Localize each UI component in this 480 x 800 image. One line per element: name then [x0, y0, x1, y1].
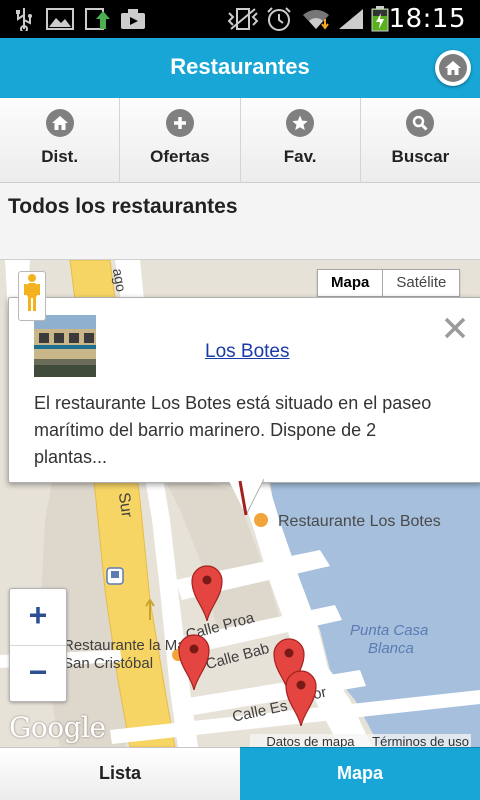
google-logo: Google: [9, 711, 106, 744]
usb-icon: [14, 7, 34, 31]
poi-label-los-botes: Restaurante Los Botes: [278, 513, 441, 530]
home-icon: [45, 109, 74, 137]
nav-bar: Dist. Ofertas Fav. Buscar: [0, 98, 480, 183]
signal-icon: [336, 7, 366, 31]
map-view[interactable]: Restaurante Los Botes Restaurante la Mar…: [0, 260, 480, 747]
nav-label-fav: Fav.: [283, 147, 317, 166]
terms-link[interactable]: Términos de uso: [372, 734, 469, 747]
battery-charging-icon: [370, 6, 390, 32]
map-attribution: Datos de mapa Términos de uso: [250, 734, 471, 747]
star-icon: [286, 109, 315, 137]
plus-icon: [165, 109, 194, 137]
map-pin-marker[interactable]: [190, 563, 224, 621]
info-window-tail: [228, 479, 264, 516]
nav-label-ofertas: Ofertas: [150, 147, 210, 166]
status-time: 18:15: [388, 4, 466, 34]
nav-item-fav[interactable]: Fav.: [241, 98, 361, 182]
search-icon: [406, 109, 435, 137]
map-pin-marker[interactable]: [177, 632, 211, 690]
vibrate-icon: [226, 7, 260, 31]
camera-icon: [119, 7, 147, 31]
section-title: Todos los restaurantes: [8, 195, 238, 218]
map-type-satellite-button[interactable]: Satélite: [383, 270, 460, 296]
close-icon[interactable]: [443, 316, 467, 340]
nav-item-ofertas[interactable]: Ofertas: [120, 98, 241, 182]
page-title: Restaurantes: [170, 54, 310, 79]
nav-item-buscar[interactable]: Buscar: [361, 98, 480, 182]
upload-icon: [83, 7, 111, 31]
nav-label-buscar: Buscar: [391, 147, 450, 166]
poi-label-san-cristobal: San Cristóbal: [63, 655, 154, 672]
app-header: Restaurantes: [0, 38, 480, 99]
tab-mapa[interactable]: Mapa: [240, 747, 480, 800]
wifi-icon: [300, 7, 332, 31]
area-label-blanca: Blanca: [368, 640, 414, 657]
home-icon: [439, 54, 467, 82]
zoom-control: + −: [9, 588, 67, 702]
alarm-icon: [265, 7, 293, 31]
section-header: Todos los restaurantes: [0, 183, 480, 260]
status-bar: 18:15: [0, 0, 480, 38]
map-pin-marker[interactable]: [284, 668, 318, 726]
bottom-tab-bar: Lista Mapa: [0, 747, 480, 800]
map-data-link[interactable]: Datos de mapa: [266, 734, 354, 747]
nav-item-dist[interactable]: Dist.: [0, 98, 121, 182]
road-label-sur: Sur: [114, 491, 136, 519]
restaurant-description: El restaurante Los Botes está situado en…: [34, 393, 432, 467]
home-button[interactable]: [435, 50, 471, 86]
nav-label-dist: Dist.: [41, 147, 79, 166]
info-window: Los Botes El restaurante Los Botes está …: [8, 297, 480, 483]
restaurant-thumbnail[interactable]: [34, 315, 96, 377]
pegman-icon[interactable]: [18, 271, 46, 321]
zoom-out-button[interactable]: −: [10, 646, 66, 702]
tab-lista[interactable]: Lista: [0, 747, 240, 800]
zoom-in-button[interactable]: +: [10, 589, 66, 646]
map-type-control: Mapa Satélite: [317, 269, 461, 297]
image-icon: [45, 7, 75, 31]
area-label-punta: Punta Casa: [350, 622, 429, 639]
restaurant-link[interactable]: Los Botes: [205, 341, 290, 363]
map-type-map-button[interactable]: Mapa: [318, 270, 384, 296]
